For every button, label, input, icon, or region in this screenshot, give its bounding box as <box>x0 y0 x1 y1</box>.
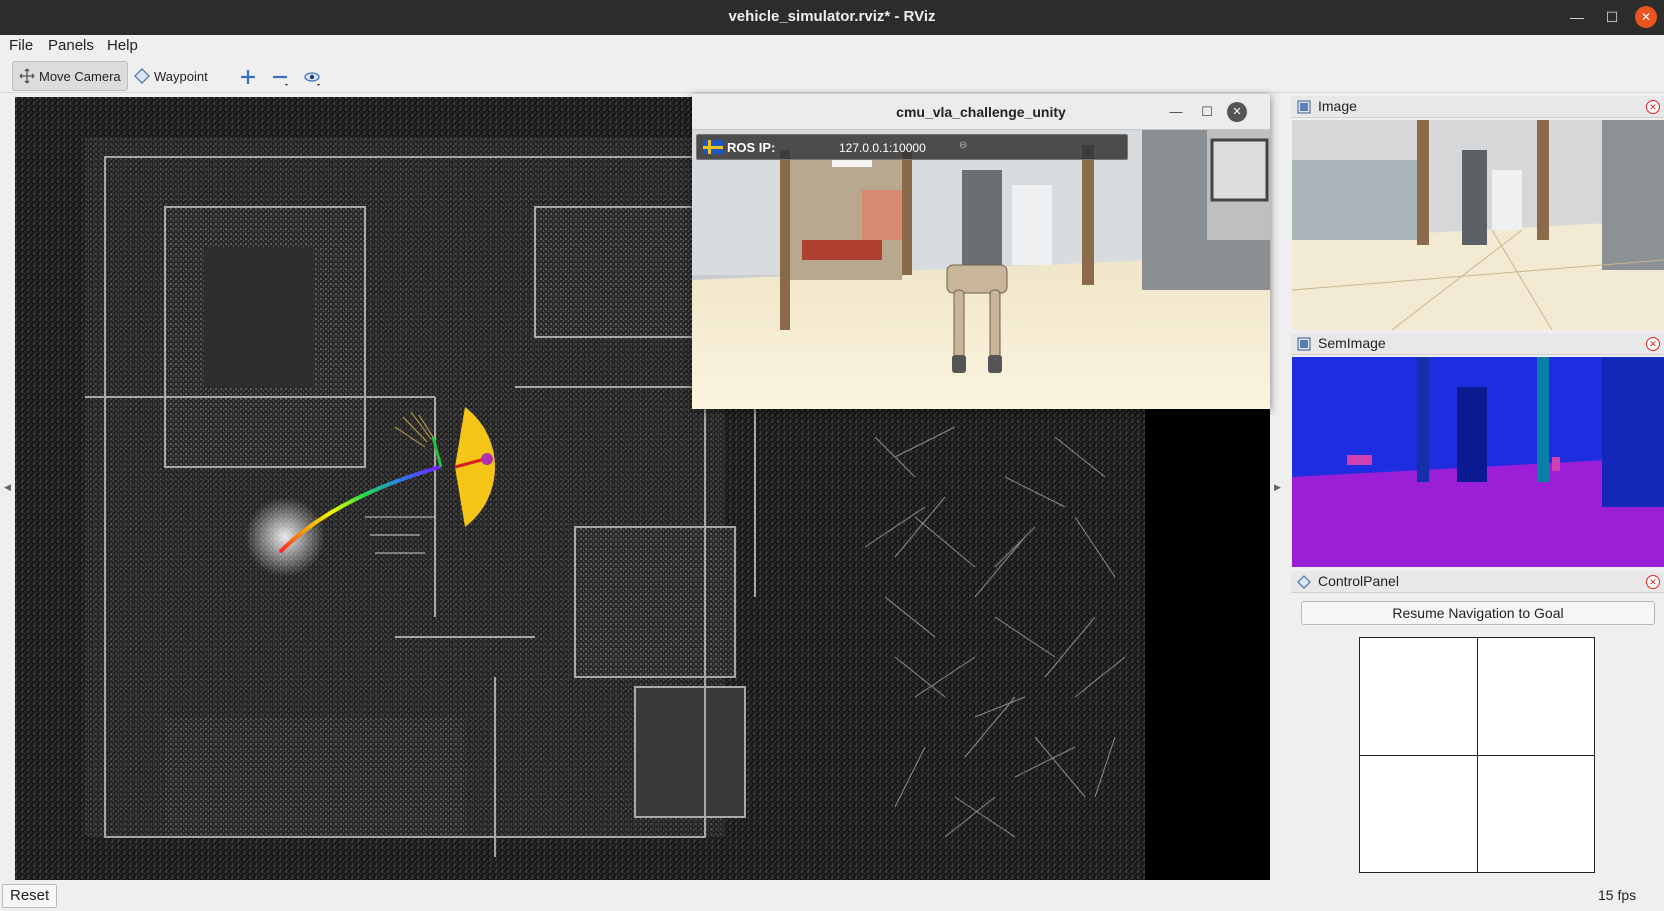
control-panel-header[interactable]: ControlPanel ✕ <box>1291 571 1664 593</box>
unity-render-view: ROS IP: 127.0.0.1:10000 ⊖ <box>692 130 1270 409</box>
move-camera-button[interactable]: Move Camera <box>12 61 128 91</box>
ros-ip-label: ROS IP: <box>727 140 776 155</box>
move-camera-icon <box>19 68 35 84</box>
joystick-pad[interactable] <box>1359 637 1595 873</box>
minus-icon[interactable] <box>270 67 290 87</box>
right-dock-handle[interactable]: ▶ <box>1274 482 1281 493</box>
waypoint-label: Waypoint <box>154 68 208 84</box>
waypoint-icon <box>134 68 150 84</box>
control-panel-close-icon[interactable]: ✕ <box>1646 575 1660 589</box>
left-dock-handle[interactable]: ◀ <box>4 482 11 493</box>
control-panel-title: ControlPanel <box>1318 573 1399 589</box>
image-panel: Image ✕ <box>1291 96 1664 332</box>
waypoint-button[interactable]: Waypoint <box>128 61 214 91</box>
semimage-panel-header[interactable]: SemImage ✕ <box>1291 333 1664 355</box>
semimage-panel-title: SemImage <box>1318 335 1386 351</box>
menu-panels[interactable]: Panels <box>48 37 94 54</box>
ros-ip-indicator: ⊖ <box>959 140 968 151</box>
image-panel-title: Image <box>1318 98 1357 114</box>
panel-icon <box>1297 100 1311 114</box>
camera-image <box>1292 120 1664 330</box>
menu-file[interactable]: File <box>9 37 33 54</box>
flag-icon <box>703 140 723 154</box>
unity-scene-image <box>692 130 1270 409</box>
status-bar: Reset 15 fps <box>0 880 1664 911</box>
panel-icon <box>1297 337 1311 351</box>
waypoint-icon <box>1297 575 1311 589</box>
title-bar: vehicle_simulator.rviz* - RViz — ☐ ✕ <box>0 0 1664 35</box>
control-panel: ControlPanel ✕ Resume Navigation to Goal <box>1291 571 1664 876</box>
image-panel-close-icon[interactable]: ✕ <box>1646 100 1660 114</box>
semantic-image <box>1292 357 1664 567</box>
unity-close-button[interactable]: ✕ <box>1227 102 1247 122</box>
window-title: vehicle_simulator.rviz* - RViz <box>728 8 936 25</box>
unity-maximize-button[interactable]: ☐ <box>1197 102 1217 122</box>
fps-counter: 15 fps <box>1598 887 1637 903</box>
toolbar: Move Camera Waypoint <box>0 59 1664 93</box>
unity-minimize-button[interactable]: — <box>1166 102 1186 122</box>
joystick-horizontal-axis <box>1360 755 1594 756</box>
image-panel-header[interactable]: Image ✕ <box>1291 96 1664 118</box>
eye-icon[interactable] <box>302 67 322 87</box>
resume-navigation-button[interactable]: Resume Navigation to Goal <box>1301 601 1655 625</box>
unity-window[interactable]: cmu_vla_challenge_unity — ☐ ✕ ROS IP: 12… <box>692 94 1270 409</box>
move-camera-label: Move Camera <box>39 68 121 84</box>
semimage-panel: SemImage ✕ <box>1291 333 1664 569</box>
close-button[interactable]: ✕ <box>1635 6 1657 28</box>
semimage-panel-close-icon[interactable]: ✕ <box>1646 337 1660 351</box>
unity-title-bar[interactable]: cmu_vla_challenge_unity — ☐ ✕ <box>692 94 1270 130</box>
ros-ip-value[interactable]: 127.0.0.1:10000 <box>839 141 926 155</box>
ros-ip-bar[interactable]: ROS IP: 127.0.0.1:10000 ⊖ <box>696 134 1128 160</box>
menu-bar: File Panels Help <box>0 35 1664 59</box>
minimize-button[interactable]: — <box>1566 6 1588 28</box>
menu-help[interactable]: Help <box>107 37 138 54</box>
maximize-button[interactable]: ☐ <box>1601 6 1623 28</box>
plus-icon[interactable] <box>238 67 258 87</box>
reset-button[interactable]: Reset <box>2 884 58 908</box>
